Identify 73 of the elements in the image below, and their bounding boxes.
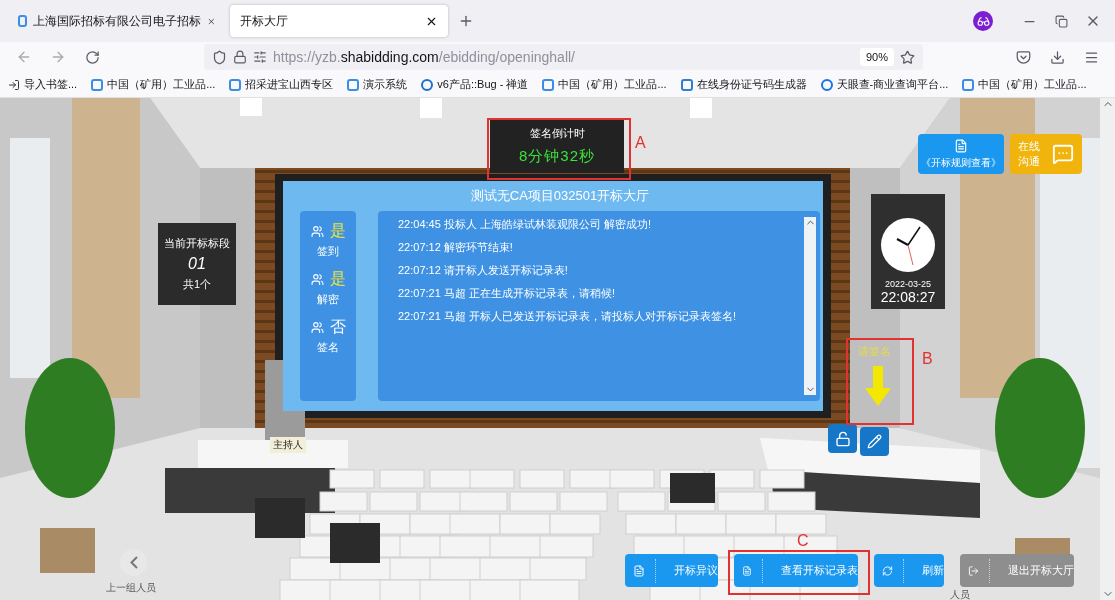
countdown-title: 签名倒计时 [529,126,585,141]
annotation-letter: C [797,532,809,550]
annotation-letter: A [635,134,646,152]
permissions-icon[interactable] [253,50,267,64]
status-label: 签到 [317,244,339,259]
countdown-value: 8分钟32秒 [519,147,595,166]
site-icon [18,15,28,27]
bookmark-item[interactable]: 天眼查-商业查询平台... [820,77,949,92]
clock-face-icon [880,217,936,273]
private-mask-icon[interactable] [973,11,993,31]
address-bar[interactable]: https://yzb.shabidding.com/ebidding/openinghall/ 90% [204,44,923,70]
status-value: 是 [329,221,346,241]
bookmark-item[interactable]: 导入书签... [8,77,78,92]
people-icon [310,321,324,334]
bookmark-item[interactable]: v6产品::Bug - 禅道 [421,77,529,92]
next-group-label: 人员 [950,588,970,600]
people-icon [310,225,324,238]
browser-tab[interactable]: 开标大厅 [230,5,448,37]
people-icon [310,273,324,286]
site-icon [962,78,975,91]
site-icon [680,78,693,91]
sign-hint: 请签名 [858,344,891,359]
bookmark-item[interactable]: 中国（矿用）工业品... [91,77,216,92]
host-label: 主持人 [270,437,306,453]
lock-icon[interactable] [233,50,247,64]
bookmark-item[interactable]: 在线身份证号码生成器 [680,77,807,92]
document-icon [954,138,968,153]
site-icon [91,78,104,91]
bookmark-item[interactable]: 招采进宝山西专区 [229,77,334,92]
log-scrollbar[interactable] [804,217,816,395]
site-icon [229,78,242,91]
log-line: 22:07:21 马超 开标人已发送开标记录表，请投标人对开标记录表签名! [398,309,737,324]
site-icon [820,78,833,91]
previous-group-label: 上一组人员 [106,581,156,595]
bookmark-item[interactable]: 中国（矿用）工业品... [542,77,667,92]
site-icon [542,78,555,91]
sign-button[interactable] [860,427,889,456]
import-icon [8,78,20,91]
down-arrow-icon [865,366,891,406]
clock-time: 22:08:27 [880,289,936,305]
shield-icon[interactable] [212,49,227,65]
board-number: 01 [188,255,206,273]
site-icon [421,78,434,91]
log-line: 22:07:12 请开标人发送开标记录表! [398,263,569,278]
annotation-letter: B [922,350,933,368]
pocket-icon[interactable] [1015,49,1031,65]
unlock-button[interactable] [828,424,857,453]
pencil-icon [867,434,882,449]
site-icon [347,78,360,91]
board-total: 共1个 [182,277,212,292]
status-label: 签名 [317,340,339,355]
status-label: 解密 [317,292,339,307]
bookmark-star-icon[interactable] [900,49,915,65]
browser-tab[interactable]: 上海国际招标有限公司电子招标 [8,5,226,37]
log-line: 22:04:45 投标人 上海皓绿试林装观限公司 解密成功! [398,217,653,232]
clock-date: 2022-03-25 [884,279,931,289]
status-value: 否 [329,317,346,337]
chat-icon [1052,143,1074,165]
status-value: 是 [329,269,346,289]
screen-title: 测试无CA项目032501开标大厅 [469,187,651,205]
restore-icon[interactable] [1054,14,1068,28]
zoom-level[interactable]: 90% [859,48,894,66]
menu-icon[interactable] [1083,49,1099,65]
bookmark-item[interactable]: 演示系统 [347,77,408,92]
download-icon[interactable] [1049,49,1065,65]
unlock-icon [834,430,851,447]
log-line: 22:07:12 解密环节结束! [398,240,514,255]
reload-icon[interactable] [84,49,100,65]
log-line: 22:07:21 马超 正在生成开标记录表，请稍候! [398,286,616,301]
board-title: 当前开标标段 [164,236,230,251]
chevron-left-icon [129,556,138,569]
new-tab-icon[interactable] [458,13,474,29]
bookmark-item[interactable]: 中国（矿用）工业品... [962,77,1087,92]
